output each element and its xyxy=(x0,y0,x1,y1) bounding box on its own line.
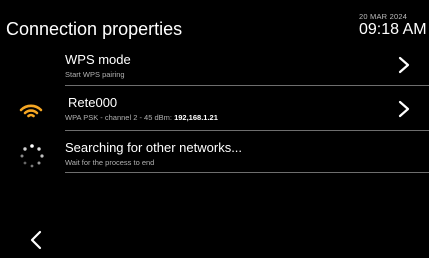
wifi-signal-icon xyxy=(19,104,43,118)
chevron-left-icon[interactable] xyxy=(28,229,44,251)
loading-spinner-icon xyxy=(20,144,44,168)
divider xyxy=(65,172,429,173)
network-security-info: WPA PSK - channel 2 - 45 dBm: xyxy=(65,113,175,122)
search-status-title: Searching for other networks... xyxy=(65,140,243,155)
chevron-right-icon xyxy=(398,56,410,74)
chevron-right-icon xyxy=(398,100,410,118)
network-details: WPA PSK - channel 2 - 45 dBm: 192,168.1.… xyxy=(65,113,218,122)
search-status-subtitle: Wait for the process to end xyxy=(65,158,155,167)
wps-mode-title: WPS mode xyxy=(65,52,131,67)
search-networks-item: Searching for other networks... Wait for… xyxy=(65,140,429,180)
wps-mode-item[interactable]: WPS mode Start WPS pairing xyxy=(65,52,429,92)
divider xyxy=(65,130,429,131)
network-ip-address: 192,168.1.21 xyxy=(174,113,218,122)
wps-mode-subtitle: Start WPS pairing xyxy=(65,70,125,79)
clock-time: 09:18 AM xyxy=(359,21,427,38)
page-title: Connection properties xyxy=(6,19,183,39)
divider xyxy=(65,85,429,86)
network-item-rete000[interactable]: Rete000 WPA PSK - channel 2 - 45 dBm: 19… xyxy=(65,95,429,135)
network-name: Rete000 xyxy=(68,95,118,110)
date-label: 20 MAR 2024 xyxy=(359,12,408,21)
